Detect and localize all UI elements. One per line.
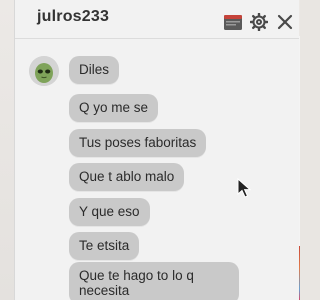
alien-avatar-icon (29, 56, 59, 86)
message-list[interactable]: Diles Q yo me se Tus poses faboritas Que… (15, 40, 299, 300)
mouse-cursor-icon (237, 178, 251, 198)
message-bubble[interactable]: Que t ablo malo (69, 163, 185, 191)
gear-icon[interactable] (249, 12, 269, 32)
chat-titlebar[interactable]: julros233 (15, 0, 299, 39)
chat-window: julros233 Diles Q yo me se Tus poses fab… (14, 0, 299, 300)
message-bubble[interactable]: Que te hago to lo q necesita (69, 262, 239, 300)
chat-username: julros233 (37, 8, 110, 25)
message-bubble[interactable]: Y que eso (69, 198, 150, 226)
close-icon-graphic (277, 14, 293, 30)
inventory-icon-graphic (224, 15, 242, 30)
message-bubble[interactable]: Tus poses faboritas (69, 129, 207, 157)
close-icon[interactable] (275, 12, 295, 32)
message-bubble[interactable]: Diles (69, 56, 120, 84)
screen: julros233 Diles Q yo me se Tus poses fab… (0, 0, 300, 300)
gear-icon-graphic (250, 13, 268, 31)
message-bubble[interactable]: Q yo me se (69, 94, 159, 122)
avatar[interactable] (29, 56, 59, 86)
inventory-icon[interactable] (223, 12, 243, 32)
message-bubble[interactable]: Te etsita (69, 232, 140, 260)
